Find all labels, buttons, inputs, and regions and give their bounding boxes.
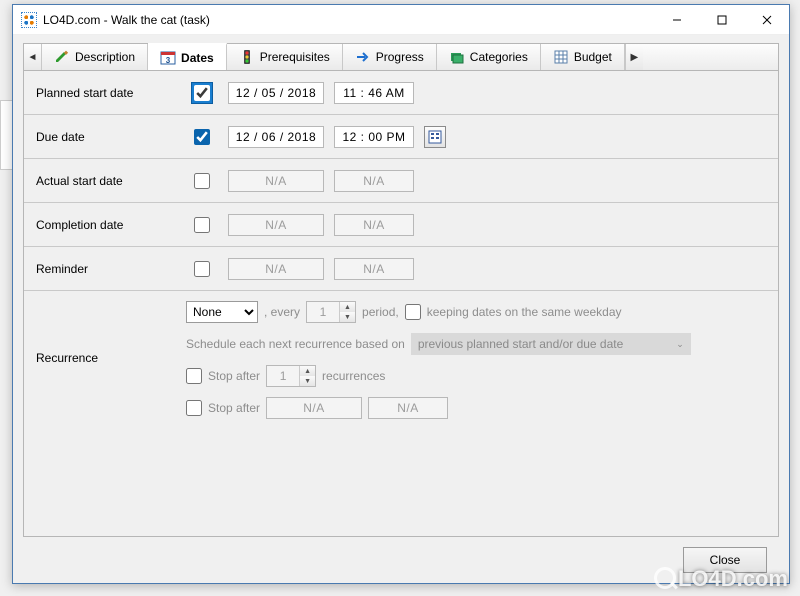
due-time[interactable]: 12 : 00 PM bbox=[334, 126, 414, 148]
tab-prerequisites[interactable]: Prerequisites bbox=[227, 44, 343, 70]
stop-after-count-value[interactable] bbox=[267, 366, 299, 386]
spinner-up-icon[interactable]: ▲ bbox=[340, 302, 355, 312]
close-button[interactable]: Close bbox=[683, 547, 767, 573]
pencil-icon bbox=[54, 49, 70, 65]
reminder-checkbox[interactable] bbox=[194, 261, 210, 277]
due-label: Due date bbox=[36, 130, 176, 144]
arrow-right-icon bbox=[355, 49, 371, 65]
tab-dates[interactable]: 3 Dates bbox=[148, 43, 227, 70]
tab-label: Budget bbox=[574, 50, 612, 64]
actual-start-date[interactable]: N/A bbox=[228, 170, 324, 192]
due-date-picker-button[interactable] bbox=[424, 126, 446, 148]
tab-progress[interactable]: Progress bbox=[343, 44, 437, 70]
recurrence-label: Recurrence bbox=[36, 351, 176, 365]
stop-after-count-checkbox[interactable] bbox=[186, 368, 202, 384]
planned-start-time[interactable]: 11 : 46 AM bbox=[334, 82, 414, 104]
tab-label: Prerequisites bbox=[260, 50, 330, 64]
tab-description[interactable]: Description bbox=[42, 44, 148, 70]
tab-categories[interactable]: Categories bbox=[437, 44, 541, 70]
dates-panel: Planned start date 12 / 05 / 2018 11 : 4… bbox=[23, 71, 779, 537]
stop-after-count-label: Stop after bbox=[208, 369, 260, 383]
stop-after-date-label: Stop after bbox=[208, 401, 260, 415]
actual-start-checkbox[interactable] bbox=[194, 173, 210, 189]
planned-start-checkbox[interactable] bbox=[194, 85, 210, 101]
dialog-footer: Close bbox=[23, 537, 779, 583]
planned-start-checkbox-highlight bbox=[191, 82, 213, 104]
recurrence-basis-value: previous planned start and/or due date bbox=[418, 337, 623, 351]
folder-icon bbox=[449, 49, 465, 65]
spinner-up-icon[interactable]: ▲ bbox=[300, 366, 315, 376]
task-dialog-window: LO4D.com - Walk the cat (task) ◄ Descrip… bbox=[12, 4, 790, 584]
recurrence-every-spinner[interactable]: ▲▼ bbox=[306, 301, 356, 323]
stop-after-date[interactable]: N/A bbox=[266, 397, 362, 419]
client-area: ◄ Description 3 Dates Prerequisites bbox=[13, 35, 789, 583]
tab-scroll-right[interactable]: ▶ bbox=[625, 44, 643, 70]
svg-text:3: 3 bbox=[166, 56, 171, 65]
reminder-time[interactable]: N/A bbox=[334, 258, 414, 280]
maximize-button[interactable] bbox=[699, 5, 744, 34]
window-title: LO4D.com - Walk the cat (task) bbox=[43, 13, 654, 27]
completion-time[interactable]: N/A bbox=[334, 214, 414, 236]
row-completion: Completion date N/A N/A bbox=[24, 203, 778, 247]
due-date[interactable]: 12 / 06 / 2018 bbox=[228, 126, 324, 148]
tab-label: Categories bbox=[470, 50, 528, 64]
recurrence-frequency-select[interactable]: None bbox=[186, 301, 258, 323]
actual-start-time[interactable]: N/A bbox=[334, 170, 414, 192]
row-reminder: Reminder N/A N/A bbox=[24, 247, 778, 291]
minimize-button[interactable] bbox=[654, 5, 699, 34]
stop-after-count-suffix: recurrences bbox=[322, 369, 385, 383]
tab-budget[interactable]: Budget bbox=[541, 44, 625, 70]
stop-after-time[interactable]: N/A bbox=[368, 397, 448, 419]
reminder-date[interactable]: N/A bbox=[228, 258, 324, 280]
chevron-down-icon: ⌄ bbox=[676, 339, 684, 350]
row-actual-start: Actual start date N/A N/A bbox=[24, 159, 778, 203]
recurrence-every-suffix: period, bbox=[362, 305, 399, 319]
completion-label: Completion date bbox=[36, 218, 176, 232]
completion-date[interactable]: N/A bbox=[228, 214, 324, 236]
calendar-icon: 3 bbox=[160, 50, 176, 66]
recurrence-every-value[interactable] bbox=[307, 302, 339, 322]
tab-strip: ◄ Description 3 Dates Prerequisites bbox=[23, 43, 779, 71]
stop-after-date-checkbox[interactable] bbox=[186, 400, 202, 416]
recurrence-basis-select[interactable]: previous planned start and/or due date ⌄ bbox=[411, 333, 691, 355]
recurrence-schedule-label: Schedule each next recurrence based on bbox=[186, 337, 405, 351]
reminder-label: Reminder bbox=[36, 262, 176, 276]
planned-start-label: Planned start date bbox=[36, 86, 176, 100]
planned-start-date[interactable]: 12 / 05 / 2018 bbox=[228, 82, 324, 104]
spreadsheet-icon bbox=[553, 49, 569, 65]
tab-label: Dates bbox=[181, 51, 214, 65]
tab-scroll-left[interactable]: ◄ bbox=[24, 44, 42, 70]
tab-label: Progress bbox=[376, 50, 424, 64]
title-bar: LO4D.com - Walk the cat (task) bbox=[13, 5, 789, 35]
recurrence-keeping-checkbox[interactable] bbox=[405, 304, 421, 320]
window-controls bbox=[654, 5, 789, 34]
app-icon bbox=[21, 12, 37, 28]
completion-checkbox[interactable] bbox=[194, 217, 210, 233]
spinner-down-icon[interactable]: ▼ bbox=[340, 312, 355, 322]
actual-start-label: Actual start date bbox=[36, 174, 176, 188]
traffic-light-icon bbox=[239, 49, 255, 65]
stop-after-count-spinner[interactable]: ▲▼ bbox=[266, 365, 316, 387]
row-recurrence: Recurrence None , every ▲▼ period, k bbox=[24, 291, 778, 433]
recurrence-every-prefix: , every bbox=[264, 305, 300, 319]
close-window-button[interactable] bbox=[744, 5, 789, 34]
due-checkbox[interactable] bbox=[194, 129, 210, 145]
recurrence-keeping-label: keeping dates on the same weekday bbox=[427, 305, 622, 319]
tab-label: Description bbox=[75, 50, 135, 64]
spinner-down-icon[interactable]: ▼ bbox=[300, 376, 315, 386]
row-due: Due date 12 / 06 / 2018 12 : 00 PM bbox=[24, 115, 778, 159]
row-planned-start: Planned start date 12 / 05 / 2018 11 : 4… bbox=[24, 71, 778, 115]
